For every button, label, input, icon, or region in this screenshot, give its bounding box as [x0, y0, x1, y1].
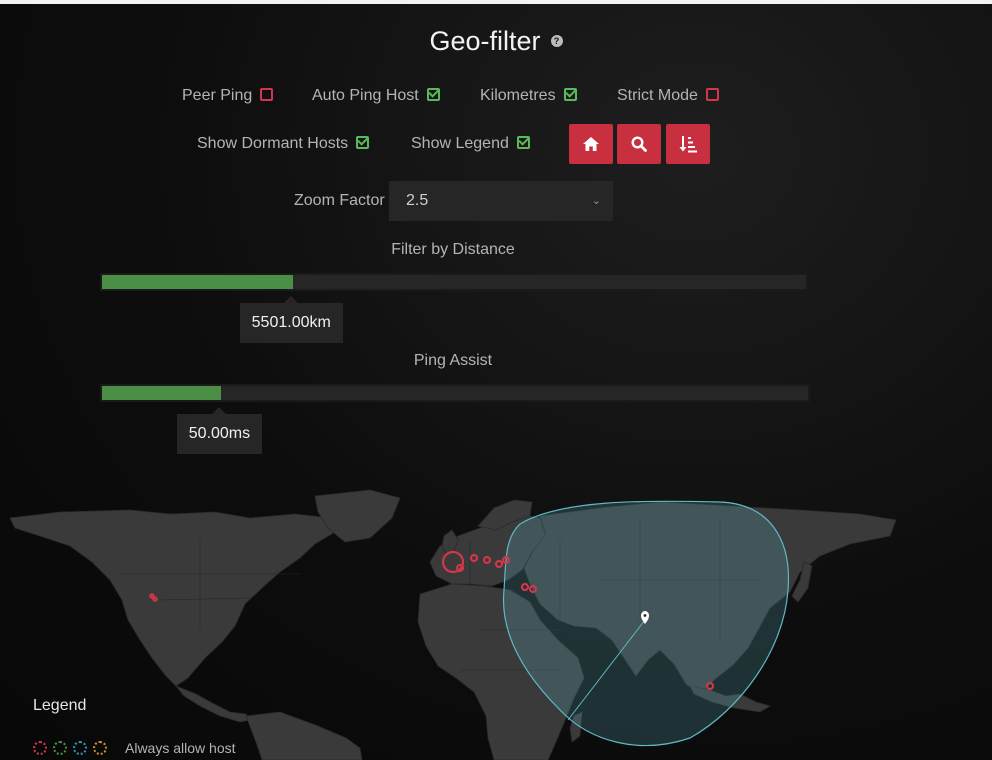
ping-assist-label: Ping Assist [413, 352, 493, 369]
search-icon [631, 136, 647, 152]
legend-dot-icon [33, 741, 47, 755]
sort-amount-icon [679, 136, 697, 153]
legend-dot-icon [53, 741, 67, 755]
distance-slider[interactable] [100, 273, 808, 291]
map-south-america [245, 711, 363, 760]
chevron-down-icon: ⌄ [591, 195, 601, 207]
zoom-factor-label: Zoom Factor [294, 192, 385, 209]
browser-top-edge [0, 0, 992, 4]
checked-box-icon[interactable] [426, 88, 440, 102]
checked-box-icon[interactable] [356, 136, 370, 150]
show-dormant-hosts-label: Show Dormant Hosts [197, 135, 349, 152]
home-icon [583, 137, 599, 151]
world-map[interactable] [0, 480, 992, 760]
legend-title: Legend [33, 697, 87, 714]
home-button[interactable] [569, 124, 613, 164]
checked-box-icon[interactable] [516, 136, 530, 150]
page-title: Geo-filter? [0, 26, 992, 57]
filter-by-distance-label: Filter by Distance [391, 241, 515, 258]
map-central-america [174, 685, 251, 723]
ping-value-tooltip: 50.00ms [176, 407, 263, 454]
auto-ping-host-label: Auto Ping Host [312, 87, 419, 104]
ping-assist-slider[interactable] [100, 384, 810, 402]
zoom-factor-select[interactable]: 2.5 ⌄ [389, 181, 613, 221]
search-button[interactable] [617, 124, 661, 164]
legend-item-always-allow: Always allow host [33, 740, 236, 756]
map-north-america [9, 509, 336, 687]
kilometres-toggle[interactable]: Kilometres [480, 87, 577, 105]
zoom-factor-value: 2.5 [406, 192, 429, 209]
kilometres-label: Kilometres [480, 87, 556, 104]
question-circle-icon[interactable]: ? [550, 34, 563, 47]
unchecked-box-icon[interactable] [705, 88, 719, 102]
show-legend-toggle[interactable]: Show Legend [411, 135, 530, 153]
distance-slider-fill [102, 275, 294, 289]
ping-slider-fill [102, 386, 222, 400]
peer-ping-label: Peer Ping [182, 87, 253, 104]
sort-button[interactable] [666, 124, 710, 164]
show-legend-label: Show Legend [411, 135, 509, 152]
legend-item-label: Always allow host [125, 740, 236, 756]
auto-ping-host-toggle[interactable]: Auto Ping Host [312, 87, 440, 105]
title-text: Geo-filter [429, 26, 541, 56]
checked-box-icon[interactable] [563, 88, 577, 102]
distance-value-tooltip: 5501.00km [239, 296, 343, 343]
legend-dot-icon [93, 741, 107, 755]
show-dormant-hosts-toggle[interactable]: Show Dormant Hosts [197, 135, 370, 153]
peer-ping-toggle[interactable]: Peer Ping [182, 87, 274, 105]
unchecked-box-icon[interactable] [260, 88, 274, 102]
strict-mode-toggle[interactable]: Strict Mode [617, 87, 719, 105]
legend-dot-icon [73, 741, 87, 755]
strict-mode-label: Strict Mode [617, 87, 698, 104]
